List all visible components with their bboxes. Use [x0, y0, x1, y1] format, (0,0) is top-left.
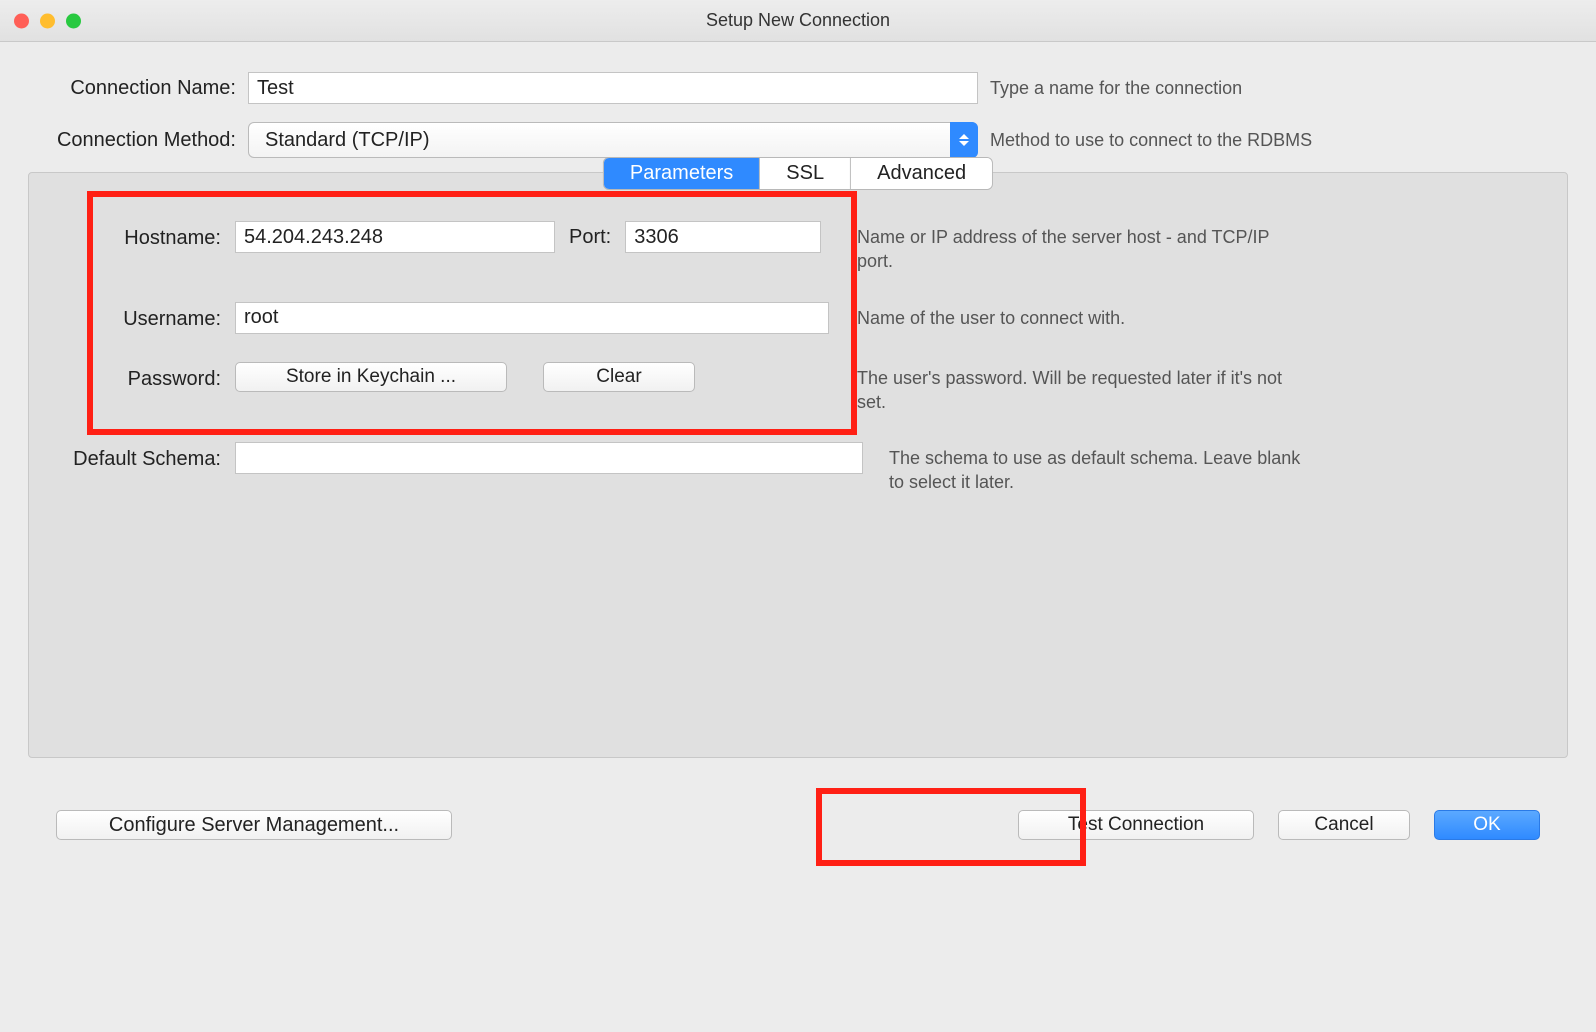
- connection-name-hint: Type a name for the connection: [990, 76, 1242, 100]
- username-label: Username:: [51, 302, 221, 331]
- minimize-icon[interactable]: [40, 13, 55, 28]
- hostname-hint: Name or IP address of the server host - …: [857, 221, 1287, 274]
- tab-advanced[interactable]: Advanced: [851, 158, 992, 189]
- titlebar: Setup New Connection: [0, 0, 1596, 42]
- connection-name-label: Connection Name:: [28, 77, 236, 100]
- tabs-area: Parameters SSL Advanced Hostname: Port: …: [28, 172, 1568, 758]
- connection-method-hint: Method to use to connect to the RDBMS: [990, 128, 1312, 152]
- default-schema-input[interactable]: [235, 442, 863, 474]
- configure-server-management-button[interactable]: Configure Server Management...: [56, 810, 452, 840]
- close-icon[interactable]: [14, 13, 29, 28]
- traffic-lights: [14, 13, 81, 28]
- clear-password-button[interactable]: Clear: [543, 362, 695, 392]
- port-input[interactable]: [625, 221, 821, 253]
- password-label: Password:: [51, 362, 221, 391]
- test-connection-button[interactable]: Test Connection: [1018, 810, 1254, 840]
- hostname-label: Hostname:: [51, 221, 221, 250]
- tab-parameters[interactable]: Parameters: [604, 158, 760, 189]
- username-input[interactable]: [235, 302, 829, 334]
- tab-strip: Parameters SSL Advanced: [603, 157, 993, 190]
- connection-method-label: Connection Method:: [28, 129, 236, 152]
- connection-method-select[interactable]: Standard (TCP/IP): [248, 122, 978, 158]
- tab-ssl[interactable]: SSL: [760, 158, 851, 189]
- password-hint: The user's password. Will be requested l…: [857, 362, 1287, 415]
- username-hint: Name of the user to connect with.: [857, 302, 1125, 330]
- chevron-updown-icon: [950, 122, 978, 158]
- zoom-icon[interactable]: [66, 13, 81, 28]
- connection-method-value: Standard (TCP/IP): [265, 129, 430, 152]
- default-schema-hint: The schema to use as default schema. Lea…: [889, 442, 1319, 495]
- hostname-input[interactable]: [235, 221, 555, 253]
- store-in-keychain-button[interactable]: Store in Keychain ...: [235, 362, 507, 392]
- window-title: Setup New Connection: [706, 10, 890, 31]
- ok-button[interactable]: OK: [1434, 810, 1540, 840]
- cancel-button[interactable]: Cancel: [1278, 810, 1410, 840]
- default-schema-label: Default Schema:: [17, 442, 221, 471]
- connection-name-input[interactable]: [248, 72, 978, 104]
- port-label: Port:: [569, 226, 611, 249]
